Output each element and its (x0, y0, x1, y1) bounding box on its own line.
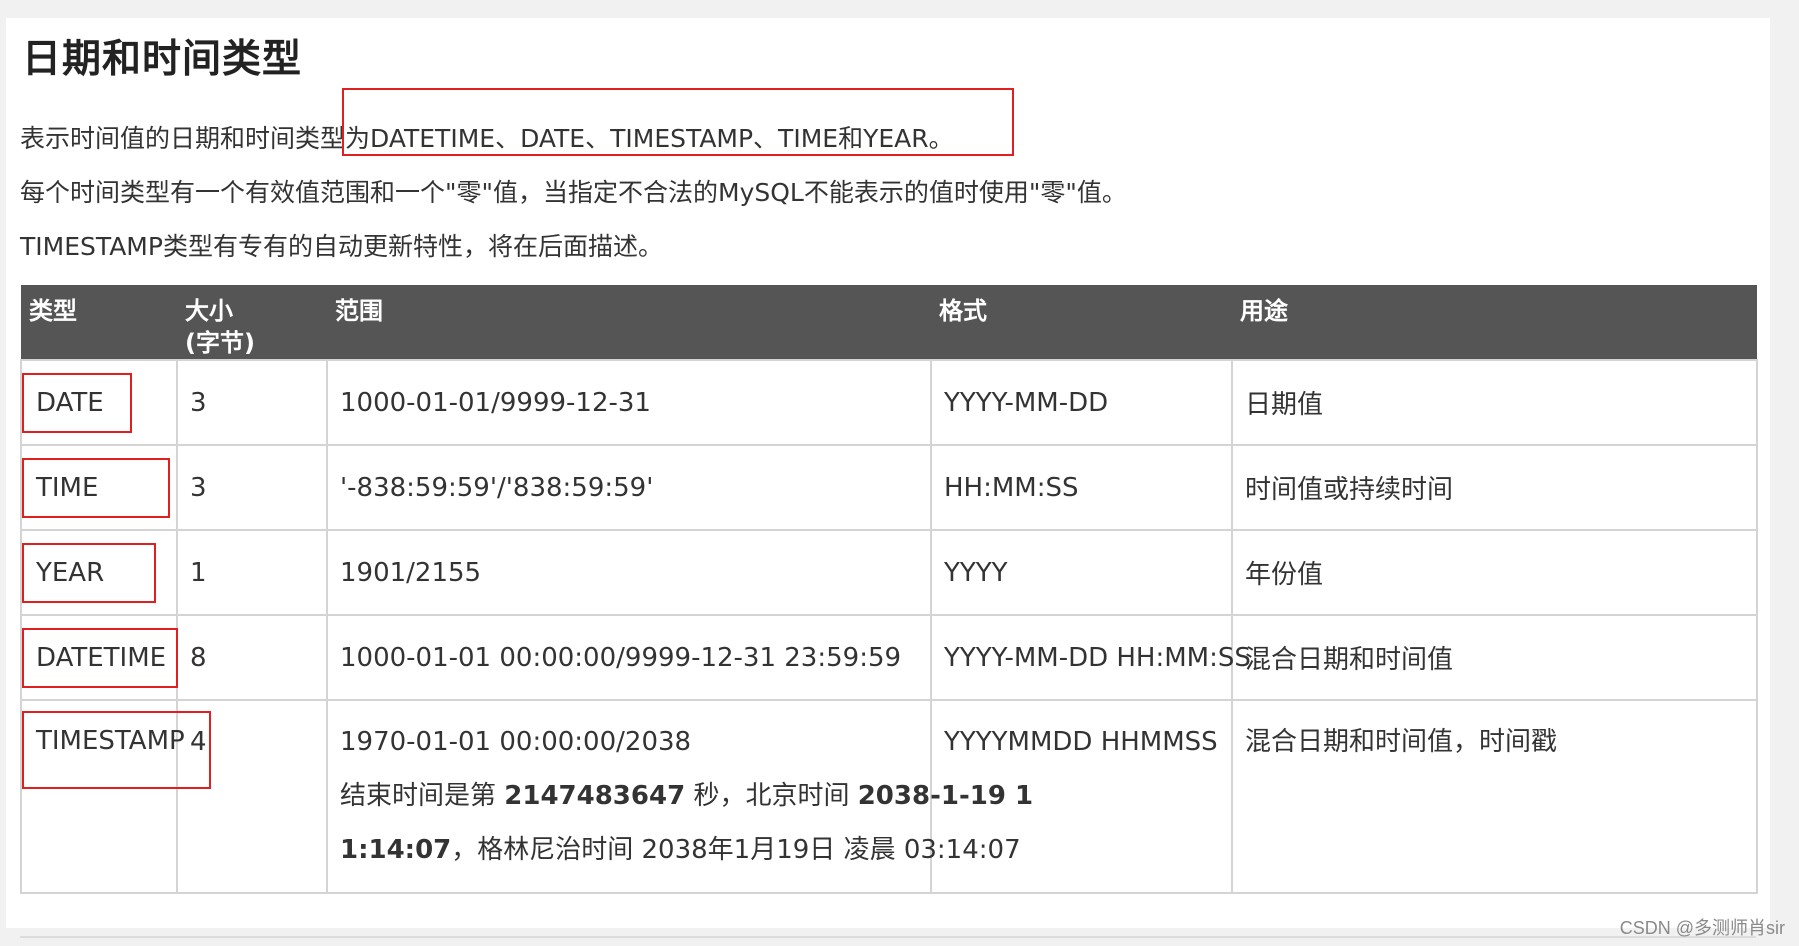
range-beijing-time: 1:14:07 (340, 835, 452, 865)
date-time-types-table: 类型 大小 (字节) 范围 格式 用途 DATE 3 1000-01-01/999… (20, 285, 1758, 894)
cell-format: YYYY-MM-DD (930, 359, 1233, 446)
cell-format: HH:MM:SS (930, 444, 1233, 531)
table-row: DATE 3 1000-01-01/9999-12-31 YYYY-MM-DD … (20, 359, 1758, 446)
header-range: 范围 (327, 285, 931, 360)
type-highlight-box: TIMESTAMP (22, 711, 211, 789)
header-size: 大小 (字节) (177, 285, 327, 360)
type-highlight-box: YEAR (22, 542, 157, 603)
table-row: DATETIME 8 1000-01-01 00:00:00/9999-12-3… (20, 614, 1758, 701)
cell-size: 8 (176, 614, 328, 701)
cell-size: 3 (176, 359, 328, 446)
table-row: TIMESTAMP 4 1970-01-01 00:00:00/2038 结束时… (20, 699, 1758, 894)
cell-type: TIMESTAMP (20, 699, 211, 894)
range-beijing-date: 2038-1-19 1 (857, 781, 1034, 811)
watermark: CSDN @多测师肖sir (1619, 918, 1785, 938)
bottom-divider (20, 936, 1756, 938)
cell-purpose: 时间值或持续时间 (1231, 444, 1758, 531)
cell-range: 1000-01-01/9999-12-31 (326, 359, 932, 446)
cell-size: 1 (176, 529, 328, 616)
table-row: YEAR 1 1901/2155 YYYY 年份值 (20, 529, 1758, 616)
header-size-label: 大小 (185, 297, 233, 325)
cell-range: 1901/2155 (326, 529, 932, 616)
cell-format: YYYY (930, 529, 1233, 616)
document-page: 日期和时间类型 表示时间值的日期和时间类型为DATETIME、DATE、TIME… (6, 18, 1770, 938)
intro-prefix: 表示时间值的日期和时间类型为 (20, 124, 371, 153)
table-header-row: 类型 大小 (字节) 范围 格式 用途 (21, 285, 1757, 360)
type-highlight-box: TIME (22, 457, 171, 518)
intro-paragraph-timestamp: TIMESTAMP类型有专有的自动更新特性，将在后面描述。 (20, 232, 663, 261)
cell-range: '-838:59:59'/'838:59:59' (326, 444, 932, 531)
cell-type: YEAR (20, 529, 178, 616)
header-format: 格式 (931, 285, 1232, 360)
range-text: 结束时间是第 (340, 781, 505, 811)
cell-purpose: 日期值 (1231, 359, 1758, 446)
type-highlight-box: DATETIME (22, 627, 179, 688)
cell-purpose: 混合日期和时间值，时间戳 (1231, 699, 1758, 894)
cell-size: 3 (176, 444, 328, 531)
cell-purpose: 年份值 (1231, 529, 1758, 616)
cell-format: YYYY-MM-DD HH:MM:SS (930, 614, 1251, 701)
highlight-box-type-list (342, 88, 1014, 156)
cell-range: 1970-01-01 00:00:00/2038 结束时间是第 21474836… (326, 699, 1033, 894)
cell-size: 4 (176, 699, 328, 894)
cell-type: DATETIME (20, 614, 179, 701)
header-type: 类型 (21, 285, 177, 360)
range-line-1: 1970-01-01 00:00:00/2038 (340, 727, 692, 757)
cell-range: 1000-01-01 00:00:00/9999-12-31 23:59:59 (326, 614, 932, 701)
page-title: 日期和时间类型 (22, 36, 303, 82)
table-row: TIME 3 '-838:59:59'/'838:59:59' HH:MM:SS… (20, 444, 1758, 531)
range-gmt-text: ，格林尼治时间 2038年1月19日 凌晨 03:14:07 (451, 835, 1021, 865)
cell-type: TIME (20, 444, 178, 531)
cell-type: DATE (20, 359, 178, 446)
header-purpose: 用途 (1232, 285, 1757, 360)
range-text: 秒，北京时间 (685, 781, 858, 811)
range-seconds: 2147483647 (504, 781, 686, 811)
intro-paragraph-zero-value: 每个时间类型有一个有效值范围和一个"零"值，当指定不合法的MySQL不能表示的值… (20, 178, 1127, 207)
header-size-unit: (字节) (185, 329, 255, 357)
cell-purpose: 混合日期和时间值 (1231, 614, 1758, 701)
type-highlight-box: DATE (22, 372, 132, 433)
